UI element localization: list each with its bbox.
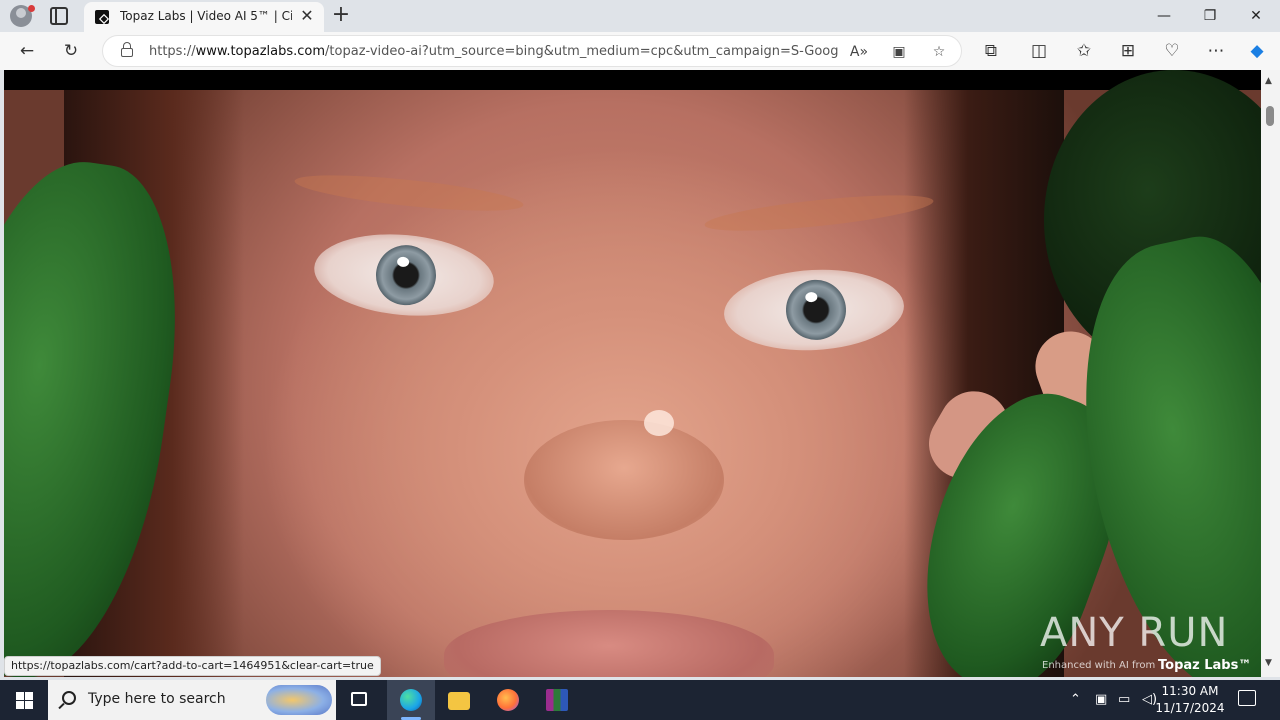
watermark-brand: Topaz Labs™ xyxy=(1158,658,1252,673)
immersive-reader-icon[interactable]: ▣ xyxy=(889,42,909,62)
tab-title: Topaz Labs | Video AI 5™ | Cinem xyxy=(120,9,292,23)
back-arrow-icon[interactable]: ← xyxy=(16,40,38,62)
scroll-down-icon[interactable]: ▼ xyxy=(1265,658,1272,668)
new-tab-button[interactable]: + xyxy=(330,3,352,27)
page-scrollbar[interactable]: ▲ ▼ xyxy=(1261,70,1280,677)
close-window-button[interactable]: ✕ xyxy=(1233,4,1279,28)
taskbar-search-box[interactable]: Type here to search xyxy=(48,680,336,720)
browser-toolbar: ← ↻ https://www.topazlabs.com/topaz-vide… xyxy=(0,32,1280,70)
read-aloud-icon[interactable]: A» xyxy=(849,42,869,62)
windows-taskbar: Type here to search ⌃ ▣ ▭ ◁) 11:30 AM 11… xyxy=(0,680,1280,720)
anyrun-watermark: ANY RUN Enhanced with AI from Topaz Labs… xyxy=(1036,610,1251,676)
restore-button[interactable]: ❐ xyxy=(1187,4,1233,28)
tab-strip: Topaz Labs | Video AI 5™ | Cinem ✕ + — ❐… xyxy=(0,0,1280,32)
favorites-icon[interactable]: ✩ xyxy=(1073,40,1095,62)
status-bar-link: https://topazlabs.com/cart?add-to-cart=1… xyxy=(4,656,381,676)
profile-notification-dot xyxy=(28,5,35,12)
windows-start-icon[interactable] xyxy=(0,680,48,720)
right-eyebrow xyxy=(703,188,935,238)
puzzle-icon[interactable]: ⧉ xyxy=(980,40,1002,62)
web-page: ANY RUN Enhanced with AI from Topaz Labs… xyxy=(4,70,1261,677)
show-hidden-icons-chevron-icon[interactable]: ⌃ xyxy=(1070,680,1081,720)
scroll-thumb[interactable] xyxy=(1266,106,1274,126)
tab-topaz-video-ai[interactable]: Topaz Labs | Video AI 5™ | Cinem ✕ xyxy=(84,2,324,32)
search-placeholder: Type here to search xyxy=(88,691,226,707)
nose xyxy=(524,420,724,540)
task-view-icon[interactable] xyxy=(336,680,384,720)
watermark-subtitle: Enhanced with AI from xyxy=(1042,660,1156,671)
heart-pulse-icon[interactable]: ♡ xyxy=(1161,40,1183,62)
network-icon[interactable]: ▭ xyxy=(1118,680,1130,720)
tab-actions-icon[interactable] xyxy=(50,7,68,25)
clock-date: 11/17/2024 xyxy=(1155,701,1225,715)
split-screen-icon[interactable]: ◫ xyxy=(1028,40,1050,62)
refresh-icon[interactable]: ↻ xyxy=(60,40,82,62)
taskbar-clock[interactable]: 11:30 AM 11/17/2024 xyxy=(1150,683,1230,717)
right-eye xyxy=(722,265,906,355)
minimize-button[interactable]: — xyxy=(1141,4,1187,28)
tab-close-icon[interactable]: ✕ xyxy=(298,7,316,25)
address-bar[interactable]: https://www.topazlabs.com/topaz-video-ai… xyxy=(102,35,962,67)
collections-icon[interactable]: ⊞ xyxy=(1117,40,1139,62)
tray-app-icon[interactable]: ▣ xyxy=(1095,680,1107,720)
edge-taskbar-icon[interactable] xyxy=(387,680,435,720)
file-explorer-taskbar-icon[interactable] xyxy=(435,680,483,720)
search-highlight-image xyxy=(266,685,332,715)
search-icon xyxy=(62,691,76,705)
left-eye xyxy=(310,227,498,323)
nose-highlight xyxy=(644,410,674,436)
winrar-taskbar-icon[interactable] xyxy=(533,680,581,720)
left-eyebrow xyxy=(293,168,525,218)
clock-time: 11:30 AM xyxy=(1161,684,1219,698)
lips xyxy=(444,610,774,677)
hero-video-frame[interactable] xyxy=(4,70,1261,677)
watermark-logo-text: ANY RUN xyxy=(1040,610,1229,656)
scroll-up-icon[interactable]: ▲ xyxy=(1265,76,1272,86)
lock-icon[interactable] xyxy=(121,42,133,57)
url-text[interactable]: https://www.topazlabs.com/topaz-video-ai… xyxy=(149,44,839,59)
star-icon[interactable]: ☆ xyxy=(929,42,949,62)
firefox-taskbar-icon[interactable] xyxy=(484,680,532,720)
notifications-icon[interactable] xyxy=(1238,690,1256,706)
topaz-favicon-icon xyxy=(95,10,109,24)
copilot-icon[interactable]: ◆ xyxy=(1246,40,1268,62)
ellipsis-icon[interactable]: ⋯ xyxy=(1205,40,1227,62)
page-top-bar xyxy=(4,70,1261,90)
